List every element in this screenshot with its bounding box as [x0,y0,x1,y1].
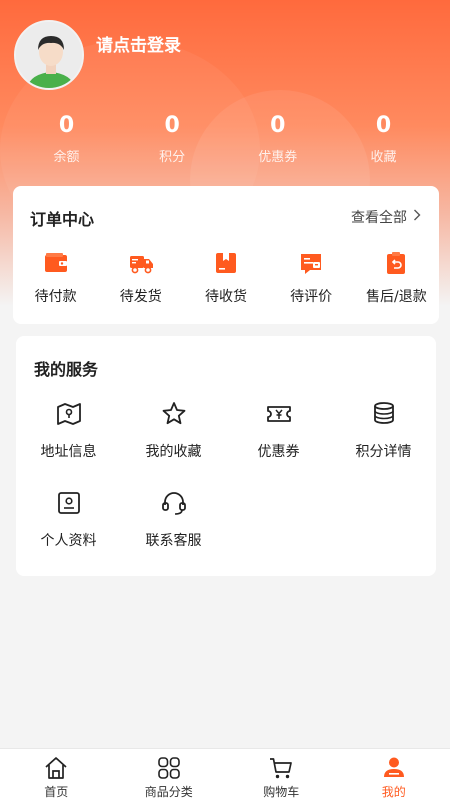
services-grid: 地址信息 我的收藏 优惠券 积分详情 个人资料 联系客服 [16,398,436,576]
service-label: 我的收藏 [145,444,202,460]
order-pending-receipt[interactable]: 待收货 [183,250,268,310]
package-icon [215,253,236,273]
service-address[interactable]: 地址信息 [16,398,121,487]
service-label: 联系客服 [145,533,202,549]
order-after-sales[interactable]: 售后/退款 [354,250,439,310]
stat-coupons[interactable]: 0 优惠券 [225,112,330,172]
stat-label: 收藏 [370,150,397,165]
order-item-label: 待评价 [290,289,333,305]
avatar[interactable] [14,20,84,90]
star-icon [162,402,185,425]
stat-favorites[interactable]: 0 收藏 [331,112,436,172]
order-pending-payment[interactable]: 待付款 [13,250,98,310]
stat-balance[interactable]: 0 余额 [14,112,119,172]
stat-label: 优惠券 [258,150,298,165]
order-item-label: 待收货 [204,289,247,305]
stat-points[interactable]: 0 积分 [120,112,225,172]
service-favorites[interactable]: 我的收藏 [121,398,226,487]
order-center-title: 订单中心 [30,210,95,229]
my-services-title: 我的服务 [34,360,99,379]
headset-icon [161,492,186,515]
stat-value: 0 [164,113,180,138]
bottom-tab-bar: 首页 商品分类 购物车 我的 [0,748,450,800]
order-center-card: 订单中心 查看全部 待付款 待发货 待收货 待评价 售后/退款 [13,186,439,324]
service-label: 积分详情 [355,444,412,460]
user-icon [383,757,404,777]
tab-cart[interactable]: 购物车 [225,749,338,800]
order-pending-shipment[interactable]: 待发货 [98,250,183,310]
login-prompt[interactable]: 请点击登录 [96,31,181,56]
view-all-orders-link[interactable]: 查看全部 [351,207,421,227]
truck-icon [129,256,153,274]
service-label: 优惠券 [257,444,300,460]
map-icon [56,403,81,425]
tab-label: 我的 [381,785,406,799]
tab-label: 购物车 [263,785,300,799]
stats-row: 0 余额 0 积分 0 优惠券 0 收藏 [14,112,436,172]
home-icon [45,757,67,779]
chevron-right-icon [413,209,421,225]
order-pending-review[interactable]: 待评价 [269,250,354,310]
review-icon [301,254,322,274]
my-services-card: 我的服务 地址信息 我的收藏 优惠券 积分详情 个人资料 联系客服 [16,336,436,576]
service-points[interactable]: 积分详情 [331,398,436,487]
stat-label: 积分 [159,150,186,165]
tab-label: 商品分类 [144,785,193,799]
tab-mine[interactable]: 我的 [338,749,450,800]
tab-home[interactable]: 首页 [0,749,113,800]
stat-value: 0 [270,113,286,138]
refund-icon [387,252,406,274]
grid-icon [157,757,180,779]
order-item-label: 售后/退款 [365,289,427,305]
service-label: 地址信息 [40,444,97,460]
order-item-label: 待发货 [119,289,162,305]
tab-label: 首页 [44,785,69,799]
service-customer-support[interactable]: 联系客服 [121,487,226,576]
cart-icon [270,758,293,779]
service-label: 个人资料 [40,533,97,549]
stat-value: 0 [375,113,392,138]
tab-categories[interactable]: 商品分类 [113,749,226,800]
order-status-row: 待付款 待发货 待收货 待评价 售后/退款 [13,250,439,310]
wallet-icon [44,253,67,272]
coupon-icon [266,406,291,422]
coins-icon [373,402,394,424]
service-profile[interactable]: 个人资料 [16,487,121,576]
stat-label: 余额 [53,150,80,165]
profile-icon [57,492,80,514]
stat-value: 0 [58,113,75,138]
order-item-label: 待付款 [34,289,77,305]
view-all-label: 查看全部 [351,210,407,226]
service-coupons[interactable]: 优惠券 [226,398,331,487]
